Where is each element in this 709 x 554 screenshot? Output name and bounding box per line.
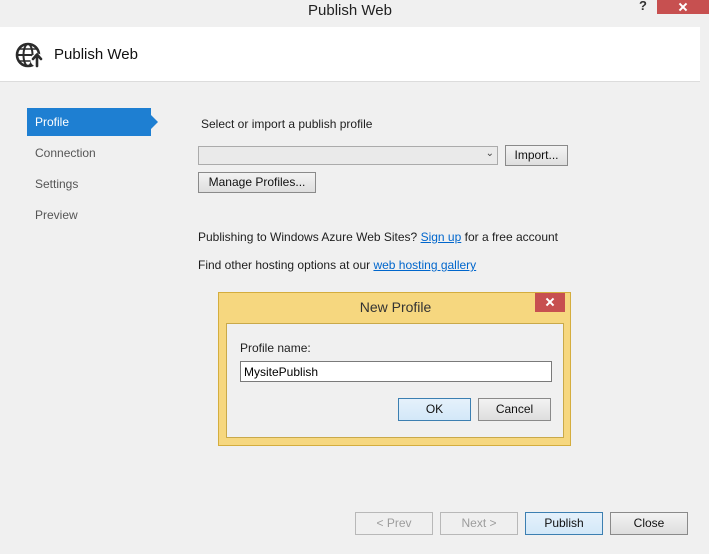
profile-name-input[interactable] <box>240 361 552 382</box>
azure-text: Publishing to Windows Azure Web Sites? <box>198 230 418 244</box>
header-title: Publish Web <box>54 46 138 63</box>
dialog-cancel-button[interactable]: Cancel <box>478 398 551 421</box>
select-profile-label: Select or import a publish profile <box>201 117 373 131</box>
azure-text-suffix: for a free account <box>464 230 559 244</box>
hosting-text: Find other hosting options at our <box>198 258 371 272</box>
dialog-close-button[interactable] <box>535 293 565 312</box>
profile-name-label: Profile name: <box>240 341 311 355</box>
nav-item-profile[interactable]: Profile <box>27 108 158 136</box>
hosting-gallery-link[interactable]: web hosting gallery <box>373 258 476 272</box>
title-bar: Publish Web ? <box>0 0 709 22</box>
hosting-info: Find other hosting options at our web ho… <box>198 258 476 272</box>
azure-info: Publishing to Windows Azure Web Sites? S… <box>198 230 558 244</box>
nav-item-connection[interactable]: Connection <box>27 139 149 167</box>
header-banner: Publish Web <box>0 27 700 82</box>
sign-up-link[interactable]: Sign up <box>421 230 462 244</box>
nav-item-settings[interactable]: Settings <box>27 170 149 198</box>
nav-item-preview[interactable]: Preview <box>27 201 149 229</box>
profile-dropdown[interactable]: ⌄ <box>198 146 498 165</box>
chevron-down-icon: ⌄ <box>485 148 494 159</box>
prev-button[interactable]: < Prev <box>355 512 433 535</box>
nav-item-label: Connection <box>35 146 96 160</box>
ok-button[interactable]: OK <box>398 398 471 421</box>
nav-item-label: Settings <box>35 177 79 191</box>
close-button[interactable]: Close <box>610 512 688 535</box>
window-title: Publish Web <box>308 2 392 19</box>
new-profile-dialog: New Profile Profile name: OK Cancel <box>218 292 571 446</box>
nav-item-label: Profile <box>35 115 70 129</box>
publish-button[interactable]: Publish <box>525 512 603 535</box>
help-button[interactable]: ? <box>636 0 650 14</box>
next-button[interactable]: Next > <box>440 512 518 535</box>
import-button[interactable]: Import... <box>505 145 568 166</box>
dialog-title: New Profile <box>359 299 432 315</box>
globe-arrow-icon <box>15 42 44 68</box>
window-close-button[interactable] <box>657 0 709 14</box>
manage-profiles-button[interactable]: Manage Profiles... <box>198 172 316 193</box>
nav-item-label: Preview <box>35 208 78 222</box>
dialog-body: Profile name: OK Cancel <box>226 323 564 438</box>
